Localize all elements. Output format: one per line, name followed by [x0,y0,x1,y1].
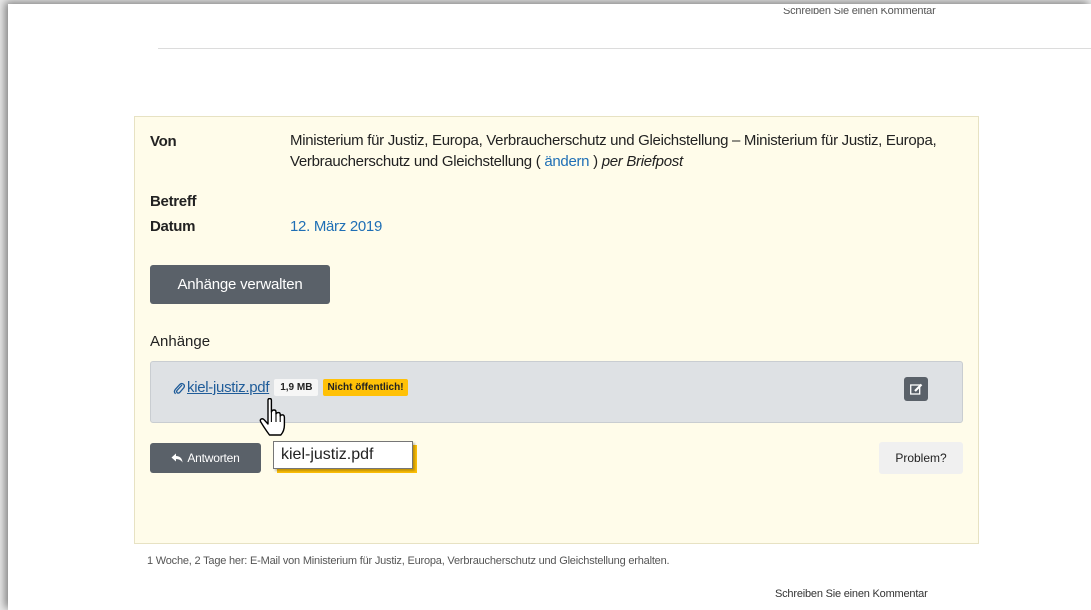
from-label: Von [150,133,177,150]
edit-icon [909,383,923,395]
message-box [134,116,979,544]
bottom-comment-link[interactable]: Schreiben Sie einen Kommentar [775,588,928,600]
date-label: Datum [150,218,196,235]
change-sender-link[interactable]: ändern [544,153,589,170]
reply-arrow-icon [171,453,183,463]
date-value[interactable]: 12. März 2019 [290,216,382,237]
top-comment-link[interactable]: Schreiben Sie einen Kommentar [783,8,936,17]
manage-attachments-button[interactable]: Anhänge verwalten [150,265,330,304]
reply-button-label: Antworten [187,451,240,465]
reply-button[interactable]: Antworten [150,443,261,473]
from-value: Ministerium für Justiz, Europa, Verbrauc… [290,130,960,172]
attachment-file-link[interactable]: kiel-justiz.pdf [187,379,270,396]
from-method: per Briefpost [601,153,683,170]
attachments-heading: Anhänge [150,333,211,350]
file-size-badge: 1,9 MB [274,379,319,396]
attachment-row: kiel-justiz.pdf 1,9 MB Nicht öffentlich! [173,379,408,396]
not-public-badge: Nicht öffentlich! [323,379,408,396]
edit-attachment-button[interactable] [904,377,928,401]
hand-pointer-cursor-icon [259,397,287,443]
divider [158,48,1091,49]
filename-tooltip: kiel-justiz.pdf [273,441,413,469]
from-close-paren: ) [593,153,598,170]
problem-button[interactable]: Problem? [879,442,963,474]
subject-label: Betreff [150,193,197,210]
from-open-paren: ( [535,153,541,170]
footer-note: 1 Woche, 2 Tage her: E-Mail von Minister… [147,555,670,567]
paperclip-icon [173,381,185,395]
